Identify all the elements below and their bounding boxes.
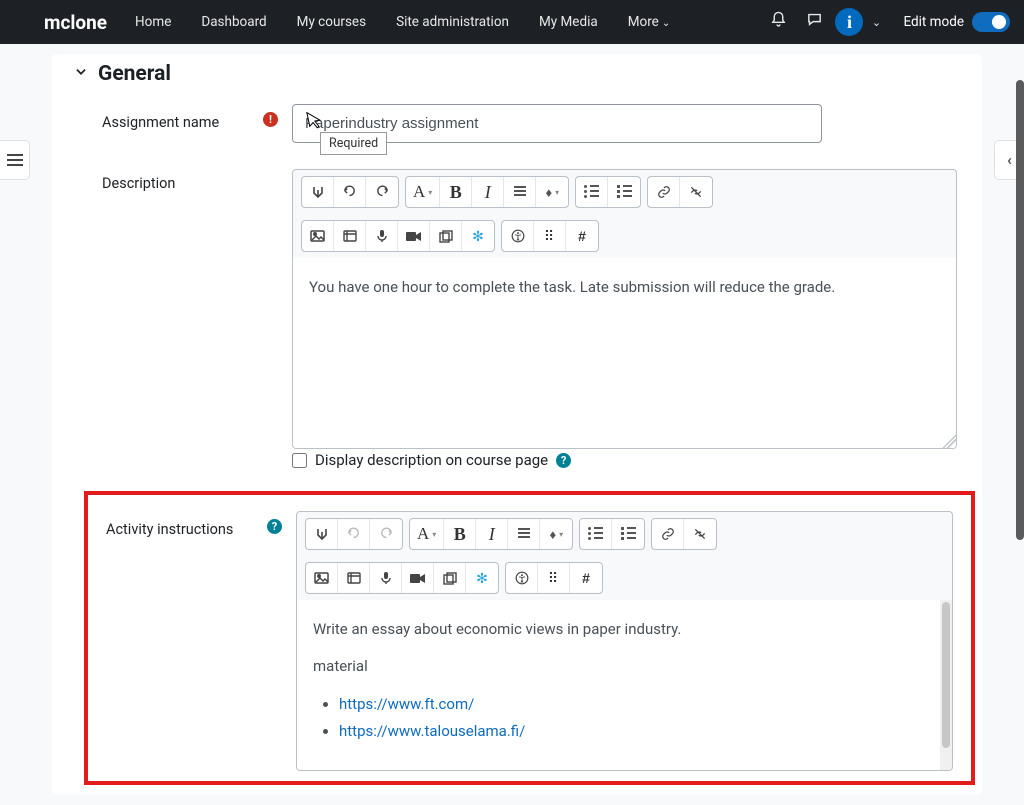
- toolbar-redo-button[interactable]: [370, 519, 402, 549]
- nav-more[interactable]: More⌄: [616, 8, 682, 36]
- required-icon: !: [263, 112, 278, 127]
- toolbar-record-video-button[interactable]: [402, 563, 434, 593]
- help-icon[interactable]: ?: [556, 453, 571, 468]
- toolbar-link-button[interactable]: [648, 177, 680, 207]
- description-editor-content[interactable]: You have one hour to complete the task. …: [293, 258, 956, 448]
- more-caret-icon: ⌄: [662, 18, 670, 29]
- nav-siteadmin[interactable]: Site administration: [384, 8, 521, 36]
- description-label: Description: [102, 169, 292, 192]
- toolbar-screenreader-button[interactable]: ⠿: [534, 221, 566, 251]
- material-link-1[interactable]: https://www.ft.com/: [339, 695, 474, 713]
- toolbar-bold-button[interactable]: B: [444, 519, 476, 549]
- display-description-row: Display description on course page ?: [292, 451, 957, 469]
- notifications-bell-icon[interactable]: [763, 11, 793, 33]
- activity-instructions-highlight: Activity instructions ? A▾: [84, 491, 975, 785]
- assignment-name-label: Assignment name: [102, 108, 219, 131]
- toolbar-italic-button[interactable]: I: [472, 177, 504, 207]
- toolbar-ol-button[interactable]: [612, 519, 644, 549]
- resize-handle-icon[interactable]: [942, 434, 956, 448]
- section-title: General: [98, 62, 171, 86]
- toolbar-h5p-button[interactable]: ✻: [466, 563, 498, 593]
- required-tooltip: Required: [320, 132, 387, 155]
- toolbar-color-button[interactable]: ♦▾: [540, 519, 572, 549]
- nav-mycourses[interactable]: My courses: [285, 8, 378, 36]
- settings-card: General Assignment name ! Required Descr…: [52, 54, 982, 795]
- toolbar-manage-files-button[interactable]: [434, 563, 466, 593]
- display-description-label: Display description on course page: [315, 451, 548, 469]
- editor-scrollbar[interactable]: [940, 600, 952, 770]
- nav-home[interactable]: Home: [123, 8, 183, 36]
- description-toolbar: A▾ B I ♦▾: [293, 170, 956, 258]
- toolbar-record-video-button[interactable]: [398, 221, 430, 251]
- toolbar-expand-button[interactable]: [302, 177, 334, 207]
- toolbar-unlink-button[interactable]: [684, 519, 716, 549]
- toolbar-ul-button[interactable]: [580, 519, 612, 549]
- toolbar-bold-button[interactable]: B: [440, 177, 472, 207]
- toolbar-undo-button[interactable]: [338, 519, 370, 549]
- toolbar-link-button[interactable]: [652, 519, 684, 549]
- edit-mode-toggle[interactable]: Edit mode: [903, 12, 1010, 32]
- user-menu-avatar[interactable]: i: [835, 8, 863, 36]
- brand-logo[interactable]: mclone: [44, 11, 107, 34]
- toolbar-unlink-button[interactable]: [680, 177, 712, 207]
- activity-editor-content[interactable]: Write an essay about economic views in p…: [297, 600, 952, 770]
- toolbar-image-button[interactable]: [302, 221, 334, 251]
- top-navbar: mclone Home Dashboard My courses Site ad…: [0, 0, 1024, 44]
- toolbar-html-button[interactable]: #: [570, 563, 602, 593]
- activity-instructions-row: Activity instructions ? A▾: [106, 511, 953, 771]
- nav-mymedia[interactable]: My Media: [527, 8, 610, 36]
- assignment-name-row: Assignment name ! Required: [102, 104, 957, 143]
- user-menu-caret-icon[interactable]: ⌄: [869, 16, 883, 29]
- toolbar-html-button[interactable]: #: [566, 221, 598, 251]
- section-general-toggle[interactable]: General: [74, 54, 957, 104]
- open-index-drawer-button[interactable]: [0, 140, 30, 180]
- toolbar-ol-button[interactable]: [608, 177, 640, 207]
- toolbar-styles-button[interactable]: A▾: [410, 519, 444, 549]
- toolbar-media-button[interactable]: [338, 563, 370, 593]
- toolbar-record-audio-button[interactable]: [370, 563, 402, 593]
- toolbar-paragraph-button[interactable]: [504, 177, 536, 207]
- toolbar-accessibility-button[interactable]: [502, 221, 534, 251]
- nav-dashboard[interactable]: Dashboard: [189, 8, 278, 36]
- chevron-down-icon: [74, 65, 88, 83]
- toolbar-undo-button[interactable]: [334, 177, 366, 207]
- page-scrollbar-indicator: [1016, 80, 1024, 540]
- toolbar-styles-button[interactable]: A▾: [406, 177, 440, 207]
- edit-mode-label: Edit mode: [903, 14, 964, 30]
- activity-toolbar: A▾ B I ♦▾: [297, 512, 952, 600]
- toolbar-record-audio-button[interactable]: [366, 221, 398, 251]
- display-description-checkbox[interactable]: [292, 453, 307, 468]
- toolbar-media-button[interactable]: [334, 221, 366, 251]
- description-editor: A▾ B I ♦▾: [292, 169, 957, 449]
- toolbar-expand-button[interactable]: [306, 519, 338, 549]
- toolbar-paragraph-button[interactable]: [508, 519, 540, 549]
- switch-on-icon[interactable]: [972, 12, 1010, 32]
- description-row: Description A▾ B I: [102, 169, 957, 449]
- toolbar-ul-button[interactable]: [576, 177, 608, 207]
- toolbar-image-button[interactable]: [306, 563, 338, 593]
- messages-speech-icon[interactable]: [799, 11, 829, 33]
- toolbar-italic-button[interactable]: I: [476, 519, 508, 549]
- toolbar-screenreader-button[interactable]: ⠿: [538, 563, 570, 593]
- material-link-2[interactable]: https://www.talouselama.fi/: [339, 722, 525, 740]
- activity-editor: A▾ B I ♦▾: [296, 511, 953, 771]
- toolbar-redo-button[interactable]: [366, 177, 398, 207]
- help-icon[interactable]: ?: [267, 519, 282, 534]
- toolbar-manage-files-button[interactable]: [430, 221, 462, 251]
- activity-instructions-label: Activity instructions: [106, 515, 233, 538]
- toolbar-accessibility-button[interactable]: [506, 563, 538, 593]
- toolbar-color-button[interactable]: ♦▾: [536, 177, 568, 207]
- toolbar-h5p-button[interactable]: ✻: [462, 221, 494, 251]
